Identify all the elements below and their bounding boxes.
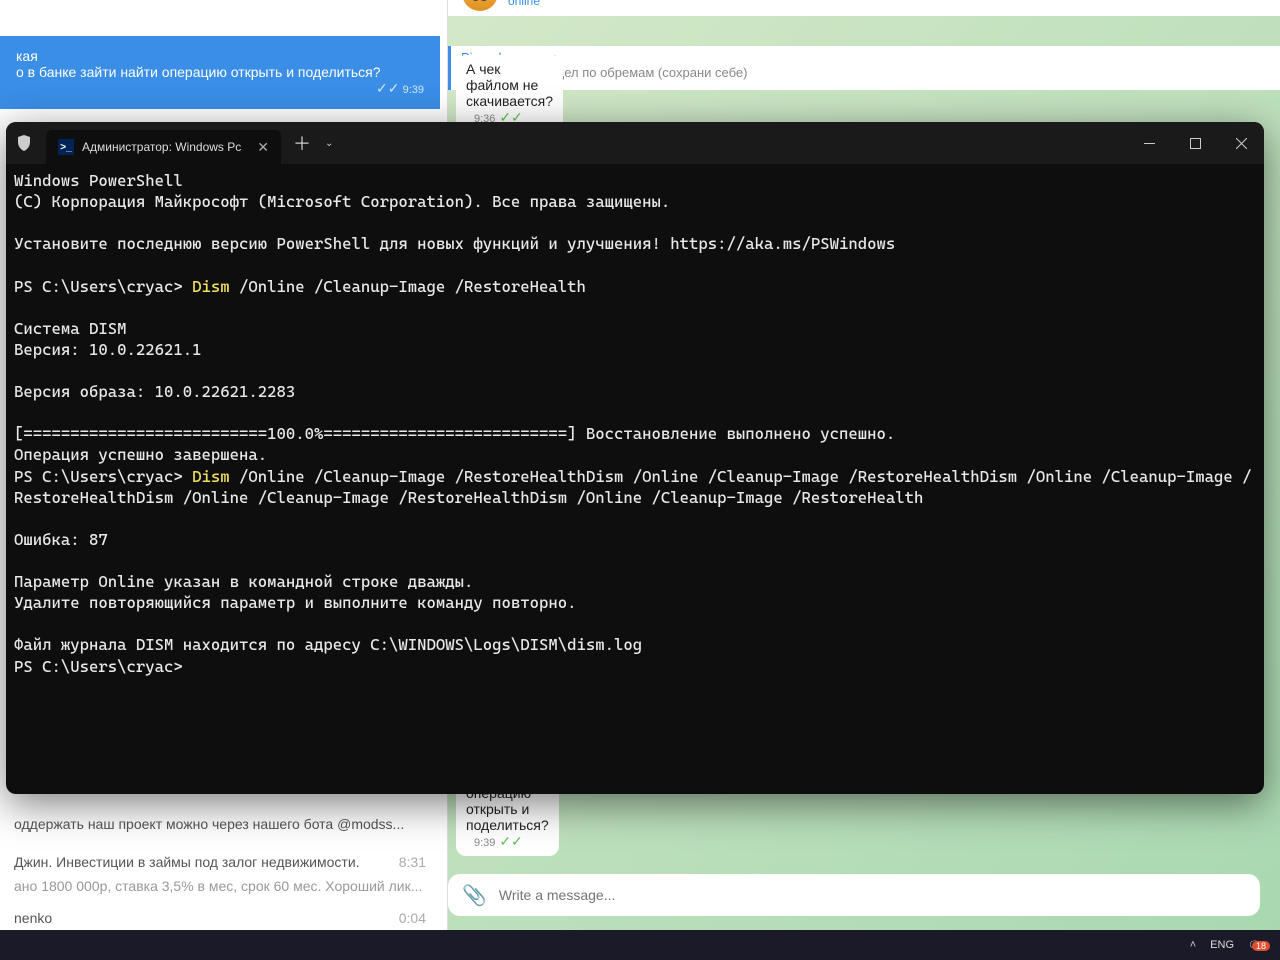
- terminal-prompt: PS C:\Users\cryac>: [14, 657, 183, 676]
- conversation-header[interactable]: 👩 Вера Вербицкая online: [448, 0, 1280, 16]
- terminal-line: Операция успешно завершена.: [14, 445, 267, 464]
- terminal-line: Версия: 10.0.22621.1: [14, 340, 202, 359]
- pinned-text: 84951391875 отдел по обремам (сохрани се…: [461, 65, 1270, 80]
- message-text: А чек файлом не скачивается?: [466, 61, 553, 109]
- terminal-line: Версия образа: 10.0.22621.2283: [14, 382, 295, 401]
- language-indicator[interactable]: ENG: [1210, 939, 1234, 951]
- terminal-command: Dism: [192, 467, 230, 486]
- close-button[interactable]: [1218, 122, 1264, 164]
- chat-preview: Джин. Инвестиции в займы под залог недви…: [14, 854, 360, 870]
- read-indicator-icon: ✓✓: [499, 833, 522, 849]
- message-text: кая: [16, 48, 424, 64]
- chevron-up-icon[interactable]: ˄: [1190, 939, 1196, 951]
- terminal-line: Windows PowerShell: [14, 171, 183, 190]
- notification-count: 18: [1252, 941, 1270, 951]
- terminal-line: Удалите повторяющийся параметр и выполни…: [14, 593, 577, 612]
- notification-icon[interactable]: 🗨18: [1248, 939, 1270, 952]
- powershell-icon: >_: [58, 139, 74, 155]
- terminal-command-args: /Online /Cleanup-Image /RestoreHealth: [230, 277, 586, 296]
- message-time: 9:39: [474, 837, 495, 849]
- terminal-line: Файл журнала DISM находится по адресу C:…: [14, 635, 642, 654]
- tab-dropdown-button[interactable]: ⌄: [325, 138, 333, 149]
- terminal-command: Dism: [192, 277, 230, 296]
- terminal-output[interactable]: Windows PowerShell (C) Корпорация Майкро…: [6, 164, 1264, 794]
- taskbar-tray[interactable]: ˄ ENG 🗨18: [1190, 930, 1270, 960]
- pinned-title: Pinned message: [461, 50, 1270, 65]
- attach-icon[interactable]: 📎: [462, 883, 487, 908]
- shield-icon: [12, 131, 36, 155]
- message-text: о в банке зайти найти операцию открыть и…: [16, 64, 381, 80]
- terminal-window: >_ Администратор: Windows Pc ✕ ＋ ⌄ Windo…: [6, 122, 1264, 794]
- terminal-line: Система DISM: [14, 319, 127, 338]
- maximize-button[interactable]: [1172, 122, 1218, 164]
- chat-list-item[interactable]: оддержать наш проект можно через нашего …: [0, 808, 440, 840]
- new-tab-button[interactable]: ＋: [293, 130, 311, 156]
- terminal-progress: [==========================100.0%=======…: [14, 424, 895, 443]
- contact-status: online: [508, 0, 615, 8]
- avatar[interactable]: 👩: [462, 0, 498, 11]
- chat-time: 8:31: [399, 854, 426, 870]
- close-tab-button[interactable]: ✕: [257, 139, 269, 156]
- terminal-line: Параметр Online указан в командной строк…: [14, 572, 473, 591]
- terminal-titlebar[interactable]: >_ Администратор: Windows Pc ✕ ＋ ⌄: [6, 122, 1264, 164]
- chat-preview: оддержать наш проект можно через нашего …: [14, 816, 404, 832]
- pinned-message[interactable]: Pinned message 84951391875 отдел по обре…: [448, 46, 1280, 90]
- terminal-prompt: PS C:\Users\cryac>: [14, 467, 192, 486]
- incoming-message[interactable]: А чек файлом не скачивается? 9:36 ✓✓: [456, 55, 563, 132]
- chat-time: 0:04: [399, 910, 426, 926]
- outgoing-message[interactable]: кая о в банке зайти найти операцию откры…: [0, 36, 440, 109]
- windows-taskbar[interactable]: ˄ ENG 🗨18: [0, 930, 1280, 960]
- read-indicator-icon: ✓✓: [376, 80, 399, 96]
- chat-list-item[interactable]: ано 1800 000р, ставка 3,5% в мес, срок 6…: [0, 870, 440, 902]
- window-controls: [1126, 122, 1264, 164]
- terminal-prompt: PS C:\Users\cryac>: [14, 277, 192, 296]
- terminal-line: (C) Корпорация Майкрософт (Microsoft Cor…: [14, 192, 670, 211]
- chat-preview: ано 1800 000р, ставка 3,5% в мес, срок 6…: [14, 878, 422, 894]
- terminal-error: Ошибка: 87: [14, 530, 108, 549]
- terminal-tab[interactable]: >_ Администратор: Windows Pc ✕: [46, 130, 281, 164]
- message-time: 9:39: [403, 84, 424, 96]
- message-row: А если просто в банке зайти найти операц…: [456, 822, 490, 856]
- message-composer[interactable]: 📎: [448, 874, 1260, 916]
- message-input[interactable]: [499, 887, 1246, 903]
- tab-title: Администратор: Windows Pc: [82, 140, 241, 154]
- terminal-line: Установите последнюю версию PowerShell д…: [14, 234, 895, 253]
- chat-preview: nenko: [14, 910, 52, 926]
- minimize-button[interactable]: [1126, 122, 1172, 164]
